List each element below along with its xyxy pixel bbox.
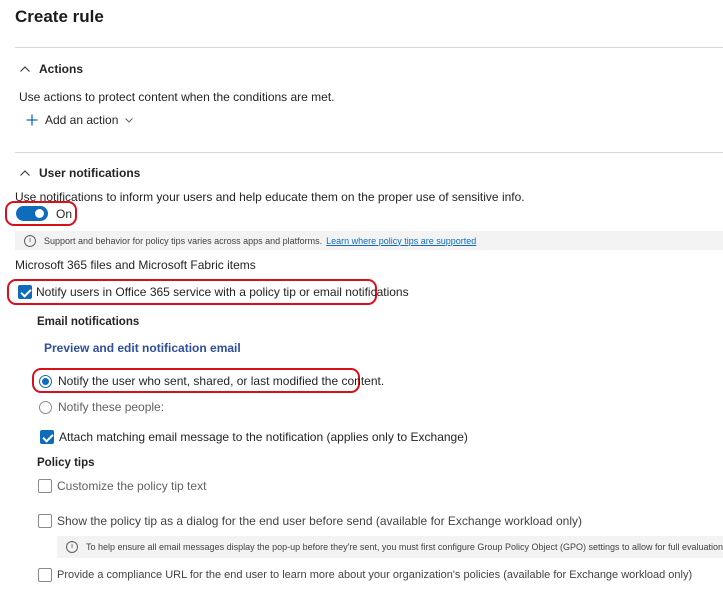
user-notifications-section-toggle[interactable]: User notifications [19, 166, 140, 180]
page-title: Create rule [15, 7, 104, 26]
radio-notify-sender[interactable]: Notify the user who sent, shared, or las… [39, 374, 384, 388]
info-bar: i Support and behavior for policy tips v… [15, 231, 723, 250]
plus-icon [26, 114, 38, 126]
toggle-label: On [56, 206, 73, 221]
customize-tip-checkbox[interactable]: Customize the policy tip text [38, 479, 206, 493]
checkbox[interactable] [38, 479, 52, 493]
add-action-button[interactable]: Add an action [26, 113, 134, 127]
user-notifications-heading: User notifications [39, 166, 141, 180]
compliance-url-checkbox[interactable]: Provide a compliance URL for the end use… [38, 568, 692, 582]
radio-notify-people-label: Notify these people: [58, 400, 165, 414]
files-heading: Microsoft 365 files and Microsoft Fabric… [15, 258, 256, 272]
add-action-label: Add an action [45, 113, 119, 127]
chevron-up-icon [20, 170, 30, 176]
chevron-up-icon [20, 66, 30, 72]
checkbox[interactable] [38, 514, 52, 528]
info-icon: i [66, 541, 78, 553]
checkbox[interactable] [40, 430, 54, 444]
notifications-toggle[interactable]: On [16, 206, 72, 221]
email-notifications-heading: Email notifications [37, 316, 140, 328]
policy-tips-link[interactable]: Learn where policy tips are supported [326, 236, 476, 246]
radio-notify-people[interactable]: Notify these people: [39, 400, 164, 414]
compliance-url-label: Provide a compliance URL for the end use… [57, 569, 693, 581]
divider [15, 152, 723, 153]
actions-description: Use actions to protect content when the … [19, 90, 335, 104]
policy-tips-heading: Policy tips [37, 457, 95, 469]
radio-notify-sender-label: Notify the user who sent, shared, or las… [58, 374, 385, 388]
gpo-info-bar: i To help ensure all email messages disp… [57, 536, 723, 558]
info-icon: i [24, 234, 36, 247]
dialog-tip-checkbox[interactable]: Show the policy tip as a dialog for the … [38, 514, 582, 528]
info-text: Support and behavior for policy tips var… [44, 235, 323, 246]
preview-edit-email-link[interactable]: Preview and edit notification email [44, 341, 241, 355]
checkbox[interactable] [18, 285, 32, 299]
attach-email-checkbox[interactable]: Attach matching email message to the not… [40, 430, 468, 444]
radio-button[interactable] [39, 374, 52, 388]
notify-users-label: Notify users in Office 365 service with … [36, 285, 409, 299]
divider [15, 47, 723, 48]
customize-tip-label: Customize the policy tip text [57, 479, 207, 493]
notifications-description: Use notifications to inform your users a… [15, 190, 525, 204]
radio-button[interactable] [39, 400, 52, 414]
notify-users-checkbox[interactable]: Notify users in Office 365 service with … [18, 285, 409, 299]
toggle-switch[interactable] [16, 206, 48, 221]
dialog-tip-label: Show the policy tip as a dialog for the … [57, 514, 582, 528]
actions-section-toggle[interactable]: Actions [19, 62, 83, 76]
actions-heading: Actions [39, 62, 84, 76]
checkbox[interactable] [38, 568, 52, 582]
chevron-down-icon [125, 118, 134, 123]
attach-email-label: Attach matching email message to the not… [59, 430, 468, 444]
gpo-info-text: To help ensure all email messages displa… [86, 542, 723, 552]
